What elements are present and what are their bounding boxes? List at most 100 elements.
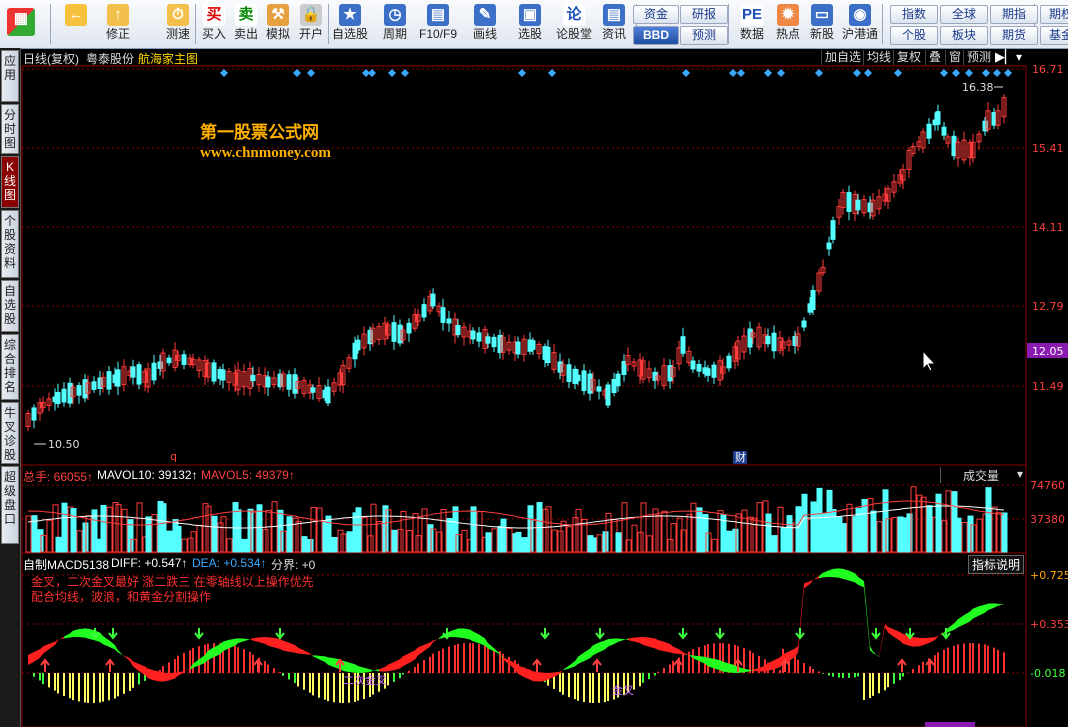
chart-button-2[interactable]: 复权	[893, 50, 924, 65]
macd-ribbon	[634, 637, 640, 644]
candle-body	[696, 363, 702, 372]
macd-ribbon	[28, 652, 34, 665]
signal-diamond-icon	[737, 69, 745, 77]
volume-indicator-dropdown[interactable]: 成交量 ▾	[940, 467, 1026, 483]
signal-diamond-icon	[220, 69, 228, 77]
volume-bar	[241, 538, 248, 553]
buy-arrow-icon	[532, 658, 542, 672]
macd-ribbon	[473, 631, 479, 644]
volume-bar	[646, 535, 653, 553]
signal-diamond-icon	[764, 69, 772, 77]
macd-ribbon	[358, 665, 364, 673]
chart-button-4[interactable]: 窗	[945, 50, 964, 65]
candle-body	[440, 307, 446, 323]
macd-ribbon	[34, 649, 40, 662]
signal-diamond-icon	[1004, 69, 1012, 77]
chart-button-5[interactable]: 预测	[963, 50, 994, 65]
volume-bar	[661, 510, 668, 553]
macd-ribbon	[400, 656, 403, 669]
signal-diamond-icon	[518, 69, 526, 77]
indicator-name[interactable]: 航海家主图	[138, 50, 198, 67]
macd-ribbon	[843, 568, 849, 581]
candle-body	[951, 135, 957, 157]
signal-diamond-icon	[307, 69, 315, 77]
buy-arrow-icon	[105, 658, 115, 672]
price-axis-label: 12.79	[1032, 300, 1064, 313]
volume-bar	[741, 509, 748, 553]
macd-ribbon	[879, 624, 885, 657]
macd-ribbon	[948, 623, 954, 633]
candle-body	[575, 374, 581, 382]
macd-dea: DEA: +0.534↑	[192, 556, 267, 570]
chart-button-3[interactable]: 叠	[925, 50, 944, 65]
volume-bar	[506, 528, 513, 553]
macd-ribbon	[464, 628, 470, 640]
candle-body	[406, 322, 412, 334]
macd-ribbon	[70, 630, 73, 638]
period-label: 日线(复权)	[23, 52, 79, 66]
signal-diamond-icon	[965, 69, 973, 77]
volume-bar	[891, 517, 898, 553]
candle-body	[615, 373, 621, 387]
candle-body	[705, 368, 711, 376]
candle-body	[545, 346, 551, 364]
macd-boundary: 分界: +0	[271, 558, 316, 572]
candle-body	[130, 366, 136, 378]
macd-ribbon	[599, 640, 605, 653]
chart-canvas[interactable]: 16.71 15.41 14.11 12.79 11.49 12.05 16.38 10.50…	[0, 0, 1068, 727]
volume-bar	[55, 536, 62, 553]
signal-diamond-icon	[368, 69, 376, 77]
volume-bar	[696, 507, 703, 553]
volume-bar	[756, 502, 763, 553]
volume-bar	[985, 487, 992, 553]
volume-bar	[376, 521, 383, 553]
candle-body	[826, 242, 832, 250]
watermark-title: 第一股票公式网	[200, 123, 319, 142]
indicator-help-button[interactable]: 指标说明	[968, 555, 1025, 574]
chevron-down-icon[interactable]: ▾	[1016, 50, 1022, 64]
candle-body	[581, 370, 587, 392]
volume-bar	[870, 510, 877, 553]
macd-ribbon	[418, 644, 424, 656]
candle-body	[181, 354, 187, 365]
macd-ribbon	[998, 603, 1004, 606]
volume-bar	[515, 531, 522, 553]
signal-diamond-icon	[894, 69, 902, 77]
candle-body	[810, 289, 816, 311]
candle-body	[765, 335, 771, 345]
chart-button-1[interactable]: 均线	[863, 50, 894, 65]
macd-ribbon	[643, 637, 649, 647]
macd-ribbon	[455, 628, 458, 638]
macd-ribbon	[64, 633, 70, 639]
macd-ribbon	[310, 653, 313, 657]
macd-ribbon	[274, 637, 280, 650]
macd-ribbon	[524, 667, 530, 680]
macd-ribbon	[235, 638, 238, 646]
chart-button-0[interactable]: 加自选	[821, 50, 864, 65]
macd-ribbon	[833, 568, 839, 578]
macd-ribbon	[605, 639, 608, 650]
volume-bar	[876, 521, 883, 553]
volume-bar	[900, 517, 907, 553]
macd-ribbon	[864, 581, 870, 651]
macd-ribbon	[349, 662, 355, 673]
signal-diamond-icon	[548, 69, 556, 77]
volume-bar	[1001, 512, 1008, 553]
macd-ribbon	[458, 628, 464, 639]
volume-bar	[160, 503, 167, 553]
volume-bar	[711, 538, 718, 553]
macd-ribbon	[913, 636, 919, 647]
macd-ribbon	[430, 640, 433, 647]
event-q-marker: q	[170, 450, 177, 463]
candle-body	[76, 385, 82, 396]
volume-bar	[316, 507, 323, 553]
macd-ribbon	[533, 671, 539, 682]
volume-bar	[861, 498, 868, 553]
kline-frame	[21, 65, 1027, 466]
expand-icon[interactable]: ▶︎▏	[995, 49, 1015, 65]
macd-ribbon	[829, 568, 833, 578]
candle-body	[265, 376, 271, 388]
macd-ribbon	[894, 629, 900, 641]
candle-body	[355, 339, 361, 351]
candle-body	[91, 381, 97, 390]
